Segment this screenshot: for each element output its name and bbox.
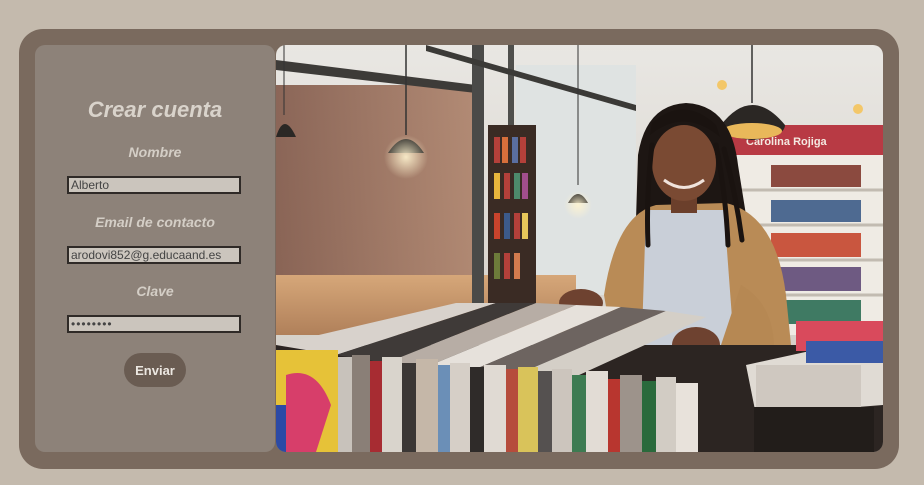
email-input[interactable] bbox=[67, 246, 241, 264]
record-store-photo: Carolina Rojiga bbox=[276, 45, 883, 452]
password-input[interactable] bbox=[67, 315, 241, 333]
name-label: Nombre bbox=[128, 144, 182, 160]
password-label: Clave bbox=[136, 283, 174, 299]
email-label: Email de contacto bbox=[95, 214, 215, 230]
signup-form-panel: Crear cuenta Nombre Email de contacto Cl… bbox=[35, 45, 275, 452]
photo-illustration: Carolina Rojiga bbox=[276, 45, 883, 452]
form-title: Crear cuenta bbox=[87, 97, 223, 122]
name-input[interactable] bbox=[67, 176, 241, 194]
submit-button[interactable]: Enviar bbox=[124, 353, 186, 387]
